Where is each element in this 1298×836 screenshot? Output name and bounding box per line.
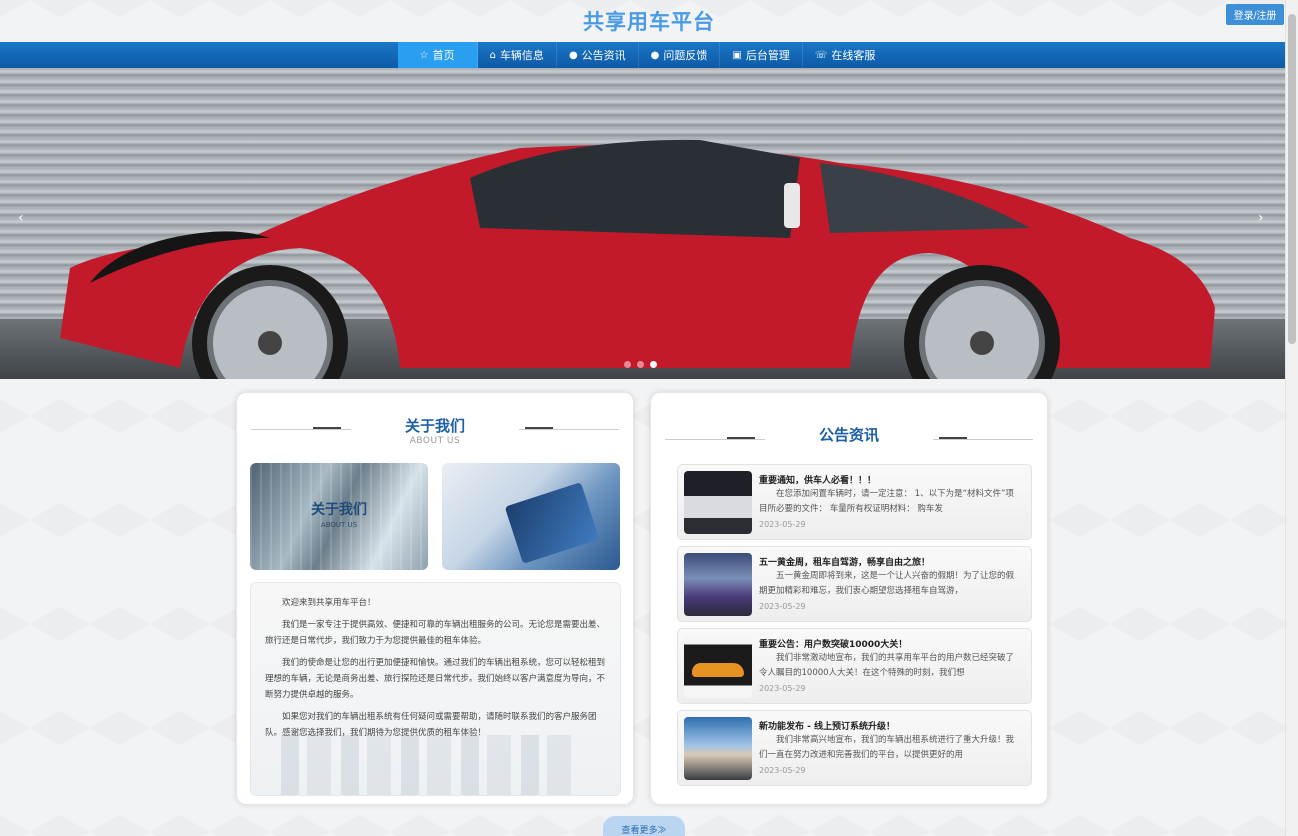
news-item[interactable]: 新功能发布 - 线上预订系统升级！ 我们非常高兴地宣布，我们的车辆出租系统进行了… [677, 710, 1032, 786]
carousel-next-icon[interactable]: › [1258, 210, 1264, 226]
news-item-summary: 五一黄金周即将到来，这是一个让人兴奋的假期！为了让您的假期更加精彩和难忘，我们衷… [759, 571, 1015, 596]
about-text-box: 欢迎来到共享用车平台！ 我们是一家专注于提供高效、便捷和可靠的车辆出租服务的公司… [250, 582, 621, 796]
news-item-date: 2023-05-29 [759, 766, 806, 775]
car-icon: ⌂ [489, 49, 496, 61]
about-title: 关于我们 [404, 417, 465, 435]
about-panel: 关于我们 ABOUT US 关于我们 ABOUT US 欢迎来到共享用车平台！ … [236, 392, 634, 805]
news-thumbnail [684, 471, 752, 534]
carousel-dot-active[interactable] [650, 361, 657, 368]
view-more-button[interactable]: 查看更多≫ [603, 816, 685, 836]
carousel-dots [624, 361, 657, 368]
news-item-date: 2023-05-29 [759, 602, 806, 611]
news-header: 公告资讯 [651, 393, 1047, 463]
info-icon: ● [568, 49, 578, 61]
news-panel: 公告资讯 重要通知，供车人必看！！！ 在您添加闲置车辆时，请一定注意： 1、以下… [650, 392, 1048, 805]
news-item[interactable]: 重要公告：用户数突破10000大关！ 我们非常激动地宣布，我们的共享用车平台的用… [677, 628, 1032, 704]
nav-label: 在线客服 [831, 49, 876, 62]
login-register-button[interactable]: 登录/注册 [1226, 4, 1284, 25]
about-image-title: 关于我们 [311, 502, 367, 518]
news-item-date: 2023-05-29 [759, 520, 806, 529]
nav-feedback[interactable]: ● 问题反馈 [639, 42, 721, 68]
news-thumbnail [684, 717, 752, 780]
about-subtitle: ABOUT US [409, 436, 461, 446]
headset-icon: ☏ [814, 49, 828, 61]
news-item[interactable]: 重要通知，供车人必看！！！ 在您添加闲置车辆时，请一定注意： 1、以下为是“材料… [677, 464, 1032, 540]
news-item-title: 五一黄金周，租车自驾游，畅享自由之旅！ [759, 558, 931, 568]
nav-admin[interactable]: ▣ 后台管理 [720, 42, 803, 68]
nav-support[interactable]: ☏ 在线客服 [803, 42, 888, 68]
red-car-image [60, 139, 1215, 379]
news-item-title: 新功能发布 - 线上预订系统升级！ [759, 722, 896, 732]
carousel-dot[interactable] [624, 361, 631, 368]
news-item-summary: 我们非常激动地宣布，我们的共享用车平台的用户数已经突破了令人瞩目的10000人大… [759, 653, 1015, 678]
dashboard-icon: ▣ [732, 49, 742, 61]
nav-vehicles[interactable]: ⌂ 车辆信息 [478, 42, 557, 68]
question-icon: ● [650, 49, 660, 61]
news-item-date: 2023-05-29 [759, 684, 806, 693]
about-image-subtitle: ABOUT US [320, 521, 358, 529]
nav-label: 首页 [432, 49, 455, 62]
news-thumbnail [684, 553, 752, 616]
star-icon: ☆ [419, 49, 429, 61]
news-thumbnail [684, 635, 752, 698]
carousel-dot[interactable] [637, 361, 644, 368]
about-paragraph: 我们的使命是让您的出行更加便捷和愉快。通过我们的车辆出租系统，您可以轻松租到理想… [265, 658, 606, 700]
about-paragraph: 欢迎来到共享用车平台！ [282, 598, 376, 608]
scrollbar-thumb[interactable] [1288, 14, 1296, 344]
about-tablet-image [442, 463, 620, 570]
site-title: 共享用车平台 [583, 10, 715, 34]
about-paragraph: 我们是一家专注于提供高效、便捷和可靠的车辆出租服务的公司。无论您是需要出差、旅行… [265, 620, 606, 646]
top-header: 共享用车平台 登录/注册 [0, 0, 1298, 42]
news-title: 公告资讯 [818, 426, 879, 444]
nav-label: 公告资讯 [581, 49, 626, 62]
news-item-summary: 我们非常高兴地宣布，我们的车辆出租系统进行了重大升级！我们一直在努力改进和完善我… [759, 735, 1015, 760]
page-scrollbar[interactable] [1285, 0, 1298, 836]
news-item-title: 重要公告：用户数突破10000大关！ [759, 640, 908, 650]
news-item[interactable]: 五一黄金周，租车自驾游，畅享自由之旅！ 五一黄金周即将到来，这是一个让人兴奋的假… [677, 546, 1032, 622]
nav-label: 问题反馈 [663, 49, 708, 62]
about-header: 关于我们 ABOUT US [237, 393, 633, 463]
main-nav: ☆ 首页 ⌂ 车辆信息 ● 公告资讯 ● 问题反馈 ▣ 后台管理 ☏ 在线客服 [0, 42, 1285, 68]
nav-home[interactable]: ☆ 首页 [397, 42, 478, 68]
about-building-image: 关于我们 ABOUT US [250, 463, 428, 570]
nav-label: 车辆信息 [499, 49, 544, 62]
carousel-prev-icon[interactable]: ‹ [18, 210, 24, 226]
news-item-summary: 在您添加闲置车辆时，请一定注意： 1、以下为是“材料文件”项目所必要的文件： 车… [759, 489, 1014, 514]
nav-announcements[interactable]: ● 公告资讯 [557, 42, 639, 68]
news-item-title: 重要通知，供车人必看！！！ [759, 476, 877, 486]
city-silhouette [281, 735, 581, 795]
about-paragraph: 如果您对我们的车辆出租系统有任何疑问或需要帮助，请随时联系我们的客户服务团队。感… [265, 712, 597, 738]
banner-carousel[interactable]: ‹ › [0, 68, 1285, 379]
nav-label: 后台管理 [745, 49, 790, 62]
